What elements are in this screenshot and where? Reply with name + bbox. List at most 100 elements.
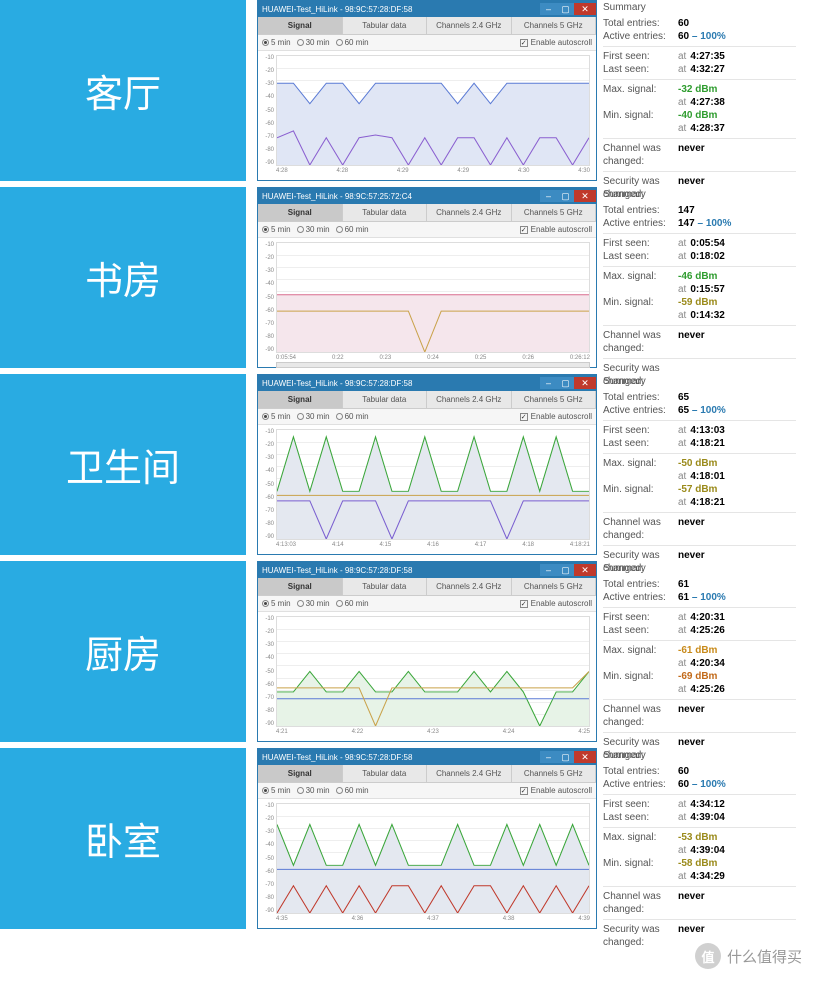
x-tick: 4:28 <box>336 168 348 178</box>
titlebar[interactable]: HUAWEI-Test_HiLink - 98:9C:57:28:DF:58–▢… <box>258 562 596 578</box>
tab-channels-5-ghz[interactable]: Channels 5 GHz <box>512 578 597 595</box>
active-entries-value: 60 – 100% <box>678 30 796 43</box>
app-window: HUAWEI-Test_HiLink - 98:9C:57:28:DF:58–▢… <box>257 0 597 181</box>
room-label: 卫生间 <box>0 374 246 555</box>
total-entries-label: Total entries: <box>603 17 678 30</box>
time-range-5min[interactable]: 5 min <box>262 225 291 234</box>
tab-channels-2-4-ghz[interactable]: Channels 2.4 GHz <box>427 765 512 782</box>
radio-label: 60 min <box>345 225 369 234</box>
tab-signal[interactable]: Signal <box>258 391 343 408</box>
autoscroll-checkbox[interactable]: ✓Enable autoscroll <box>520 786 592 795</box>
time-range-30min[interactable]: 30 min <box>297 412 330 421</box>
titlebar[interactable]: HUAWEI-Test_HiLink - 98:9C:57:25:72:C4–▢… <box>258 188 596 204</box>
tab-channels-2-4-ghz[interactable]: Channels 2.4 GHz <box>427 391 512 408</box>
maximize-button[interactable]: ▢ <box>557 751 574 763</box>
time-range-60min[interactable]: 60 min <box>336 225 369 234</box>
radio-icon <box>262 39 269 46</box>
close-button[interactable]: ✕ <box>574 377 596 389</box>
active-entries-label: Active entries: <box>603 30 678 43</box>
close-button[interactable]: ✕ <box>574 190 596 202</box>
maximize-button[interactable]: ▢ <box>557 377 574 389</box>
tab-tabular-data[interactable]: Tabular data <box>343 578 428 595</box>
autoscroll-checkbox[interactable]: ✓Enable autoscroll <box>520 599 592 608</box>
total-entries-label: Total entries: <box>603 765 678 778</box>
time-range-30min[interactable]: 30 min <box>297 38 330 47</box>
tab-channels-5-ghz[interactable]: Channels 5 GHz <box>512 204 597 221</box>
summary-channel: Channel was changed:never <box>603 326 796 359</box>
tab-bar: SignalTabular dataChannels 2.4 GHzChanne… <box>258 578 596 596</box>
tab-channels-5-ghz[interactable]: Channels 5 GHz <box>512 17 597 34</box>
window-title: HUAWEI-Test_HiLink - 98:9C:57:28:DF:58 <box>262 379 540 388</box>
time-range-30min[interactable]: 30 min <box>297 786 330 795</box>
time-range-5min[interactable]: 5 min <box>262 412 291 421</box>
summary-panel: SummaryTotal entries:60Active entries:60… <box>597 748 802 929</box>
plot <box>276 429 590 540</box>
minimize-button[interactable]: – <box>540 3 557 15</box>
min-signal-label: Min. signal: <box>603 296 678 309</box>
titlebar[interactable]: HUAWEI-Test_HiLink - 98:9C:57:28:DF:58–▢… <box>258 749 596 765</box>
summary-signal: Max. signal:-46 dBmat0:15:57Min. signal:… <box>603 267 796 326</box>
y-tick: -10 <box>260 429 274 435</box>
radio-icon <box>336 413 343 420</box>
maximize-button[interactable]: ▢ <box>557 564 574 576</box>
tab-channels-2-4-ghz[interactable]: Channels 2.4 GHz <box>427 578 512 595</box>
tab-tabular-data[interactable]: Tabular data <box>343 765 428 782</box>
y-axis: -10-20-30-40-50-60-70-80-90 <box>260 242 274 353</box>
tab-channels-5-ghz[interactable]: Channels 5 GHz <box>512 765 597 782</box>
tab-signal[interactable]: Signal <box>258 765 343 782</box>
close-button[interactable]: ✕ <box>574 751 596 763</box>
autoscroll-checkbox[interactable]: ✓Enable autoscroll <box>520 225 592 234</box>
time-range-5min[interactable]: 5 min <box>262 38 291 47</box>
time-range-30min[interactable]: 30 min <box>297 225 330 234</box>
titlebar[interactable]: HUAWEI-Test_HiLink - 98:9C:57:28:DF:58–▢… <box>258 1 596 17</box>
time-range-60min[interactable]: 60 min <box>336 38 369 47</box>
tab-signal[interactable]: Signal <box>258 578 343 595</box>
plot <box>276 803 590 914</box>
tab-tabular-data[interactable]: Tabular data <box>343 204 428 221</box>
plot <box>276 55 590 166</box>
min-signal-value: -57 dBm <box>678 483 796 496</box>
chart-area: -10-20-30-40-50-60-70-80-904:354:364:374… <box>258 799 596 928</box>
close-button[interactable]: ✕ <box>574 564 596 576</box>
last-seen-value: at4:39:04 <box>678 811 796 824</box>
time-range-60min[interactable]: 60 min <box>336 786 369 795</box>
time-range-60min[interactable]: 60 min <box>336 599 369 608</box>
tab-channels-2-4-ghz[interactable]: Channels 2.4 GHz <box>427 17 512 34</box>
minimize-button[interactable]: – <box>540 751 557 763</box>
tab-channels-2-4-ghz[interactable]: Channels 2.4 GHz <box>427 204 512 221</box>
time-range-5min[interactable]: 5 min <box>262 599 291 608</box>
maximize-button[interactable]: ▢ <box>557 190 574 202</box>
autoscroll-checkbox[interactable]: ✓Enable autoscroll <box>520 38 592 47</box>
time-range-5min[interactable]: 5 min <box>262 786 291 795</box>
y-tick: -50 <box>260 482 274 488</box>
channel-changed-value: never <box>678 890 796 916</box>
maximize-button[interactable]: ▢ <box>557 3 574 15</box>
time-range-60min[interactable]: 60 min <box>336 412 369 421</box>
first-seen-value: at4:13:03 <box>678 424 796 437</box>
autoscroll-checkbox[interactable]: ✓Enable autoscroll <box>520 412 592 421</box>
checkbox-icon: ✓ <box>520 39 528 47</box>
x-axis: 4:284:284:294:294:304:30 <box>276 168 590 178</box>
summary-seen: First seen:at0:05:54Last seen:at0:18:02 <box>603 234 796 267</box>
y-tick: -30 <box>260 829 274 835</box>
titlebar[interactable]: HUAWEI-Test_HiLink - 98:9C:57:28:DF:58–▢… <box>258 375 596 391</box>
summary-title: Summary <box>603 750 796 761</box>
total-entries-value: 60 <box>678 17 796 30</box>
tab-signal[interactable]: Signal <box>258 17 343 34</box>
minimize-button[interactable]: – <box>540 564 557 576</box>
close-button[interactable]: ✕ <box>574 3 596 15</box>
radio-label: 30 min <box>306 412 330 421</box>
plot <box>276 242 590 353</box>
radio-label: 60 min <box>345 412 369 421</box>
tab-tabular-data[interactable]: Tabular data <box>343 391 428 408</box>
time-range-30min[interactable]: 30 min <box>297 599 330 608</box>
minimize-button[interactable]: – <box>540 377 557 389</box>
min-signal-label: Min. signal: <box>603 483 678 496</box>
chart-scrollbar[interactable] <box>276 362 590 368</box>
chart-toolbar: 5 min 30 min 60 min ✓Enable autoscroll <box>258 409 596 425</box>
max-signal-time: at4:20:34 <box>678 657 796 670</box>
tab-tabular-data[interactable]: Tabular data <box>343 17 428 34</box>
tab-signal[interactable]: Signal <box>258 204 343 221</box>
tab-channels-5-ghz[interactable]: Channels 5 GHz <box>512 391 597 408</box>
minimize-button[interactable]: – <box>540 190 557 202</box>
